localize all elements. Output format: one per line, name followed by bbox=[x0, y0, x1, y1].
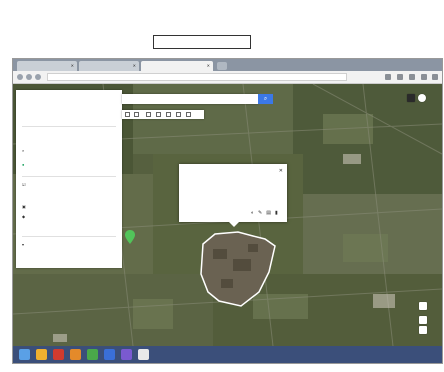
browser-window: ✕ ✕ ✕ ⌕ ● ☑ ▣ ◆ ▾ ⌕ ✕ ◐ ✎ ▤ ▮ bbox=[12, 58, 443, 364]
search-button[interactable]: ⌕ bbox=[258, 94, 273, 104]
ruler-icon[interactable] bbox=[186, 112, 191, 117]
search-icon: ⌕ bbox=[263, 95, 268, 102]
hand-icon[interactable] bbox=[146, 112, 151, 117]
polygon-icon: ◆ bbox=[22, 214, 26, 219]
line-tool-icon[interactable] bbox=[166, 112, 171, 117]
satellite-map[interactable]: ⌕ ● ☑ ▣ ◆ ▾ ⌕ ✕ ◐ ✎ ▤ ▮ bbox=[13, 84, 442, 346]
directions-icon[interactable] bbox=[176, 112, 181, 117]
pin-icon: ● bbox=[22, 162, 25, 167]
browser-tab-1[interactable]: ✕ bbox=[17, 61, 77, 71]
redo-icon[interactable] bbox=[134, 112, 139, 117]
close-icon[interactable]: ✕ bbox=[71, 63, 74, 68]
reload-icon[interactable] bbox=[35, 74, 41, 80]
app-icon-green[interactable] bbox=[87, 349, 98, 360]
address-bar-row bbox=[13, 71, 442, 84]
download-icon[interactable] bbox=[409, 74, 415, 80]
url-field[interactable] bbox=[47, 73, 347, 81]
close-icon[interactable]: ✕ bbox=[133, 63, 136, 68]
checkbox-checked-icon[interactable]: ☑ bbox=[22, 182, 26, 187]
layer-style-item[interactable]: ▣ bbox=[22, 204, 26, 209]
style-icon[interactable]: ◐ bbox=[251, 210, 254, 216]
start-icon[interactable] bbox=[19, 349, 30, 360]
tab-strip: ✕ ✕ ✕ bbox=[13, 59, 442, 71]
browser-tab-2[interactable]: ✕ bbox=[79, 61, 139, 71]
map-layers-panel: ⌕ ● ☑ ▣ ◆ ▾ bbox=[16, 90, 122, 268]
forward-icon[interactable] bbox=[26, 74, 32, 80]
popup-pointer bbox=[229, 222, 239, 227]
zoom-out-button[interactable] bbox=[419, 326, 427, 334]
browser-icon[interactable] bbox=[138, 349, 149, 360]
panel-divider bbox=[22, 126, 116, 127]
search-icon: ⌕ bbox=[22, 148, 25, 153]
app-icon-red[interactable] bbox=[53, 349, 64, 360]
extension-icon[interactable] bbox=[397, 74, 403, 80]
feature-popup: ✕ ◐ ✎ ▤ ▮ bbox=[179, 164, 287, 227]
star-icon[interactable] bbox=[385, 74, 391, 80]
zoom-in-button[interactable] bbox=[419, 316, 427, 324]
panel-divider-2 bbox=[22, 176, 116, 177]
delete-icon[interactable]: ▮ bbox=[275, 210, 278, 216]
marker-tool-icon[interactable] bbox=[156, 112, 161, 117]
panel-layer-search-row[interactable]: ⌕ bbox=[22, 148, 24, 153]
chevron-down-icon: ▾ bbox=[22, 242, 25, 247]
layer-selected-item[interactable]: ◆ bbox=[22, 214, 25, 219]
panel-layer-item[interactable]: ● bbox=[22, 162, 24, 167]
map-search-input[interactable] bbox=[122, 94, 258, 104]
cast-icon[interactable] bbox=[421, 74, 427, 80]
my-location-icon[interactable] bbox=[419, 302, 427, 310]
app-icon-orange[interactable] bbox=[70, 349, 81, 360]
photo-icon[interactable]: ▤ bbox=[266, 210, 271, 216]
apps-grid-icon[interactable] bbox=[407, 94, 415, 102]
app-icon-blue[interactable] bbox=[104, 349, 115, 360]
browser-tab-3-active[interactable]: ✕ bbox=[141, 61, 213, 71]
undo-icon[interactable] bbox=[125, 112, 130, 117]
popup-actions: ◐ ✎ ▤ ▮ bbox=[251, 210, 278, 216]
map-pin-icon[interactable] bbox=[125, 230, 135, 244]
explorer-icon[interactable] bbox=[36, 349, 47, 360]
layer-checkbox-row[interactable]: ☑ bbox=[22, 182, 26, 187]
map-toolbar bbox=[122, 110, 204, 119]
menu-icon[interactable] bbox=[432, 74, 438, 80]
account-avatar[interactable] bbox=[418, 94, 426, 102]
app-icon-purple[interactable] bbox=[121, 349, 132, 360]
panel-divider-3 bbox=[22, 236, 116, 237]
edit-icon[interactable]: ✎ bbox=[258, 210, 262, 216]
os-taskbar bbox=[13, 346, 442, 363]
new-tab-button[interactable] bbox=[217, 62, 227, 70]
back-icon[interactable] bbox=[17, 74, 23, 80]
close-icon[interactable]: ✕ bbox=[207, 63, 210, 68]
style-icon: ▣ bbox=[22, 204, 26, 209]
close-icon[interactable]: ✕ bbox=[279, 168, 283, 174]
action-button[interactable] bbox=[153, 35, 251, 49]
base-map-row[interactable]: ▾ bbox=[22, 242, 24, 247]
